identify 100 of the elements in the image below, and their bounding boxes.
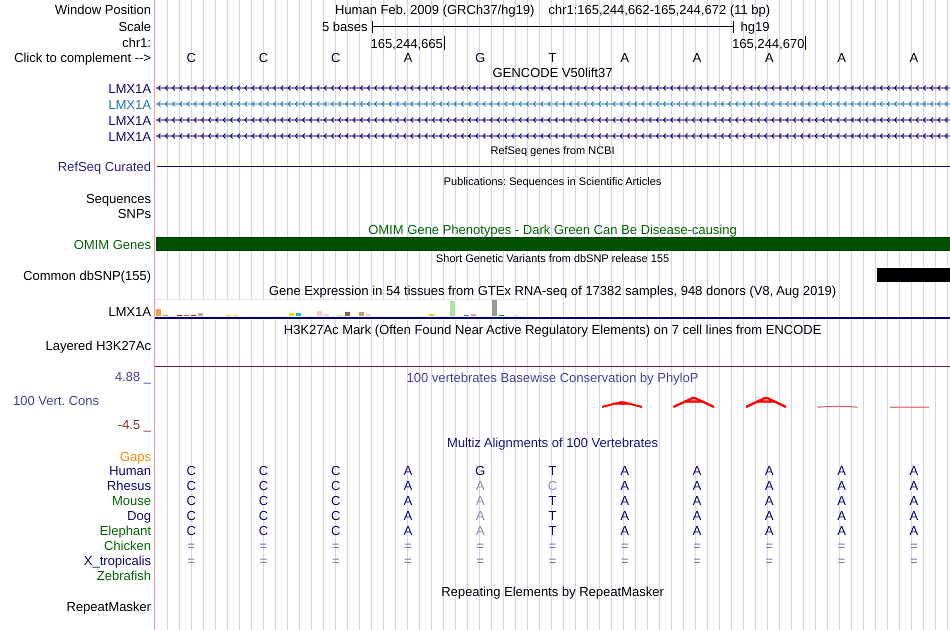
species-label: Elephant bbox=[100, 524, 151, 537]
alignment-base: A bbox=[764, 464, 774, 477]
base-letter: G bbox=[475, 50, 486, 64]
alignment-base: A bbox=[692, 524, 702, 537]
alignment-base: C bbox=[330, 479, 340, 492]
species-label: Human bbox=[109, 464, 151, 477]
expression-bar bbox=[345, 312, 350, 316]
alignment-base: A bbox=[476, 509, 485, 522]
alignment-base: C bbox=[330, 494, 340, 507]
track-title: OMIM Gene Phenotypes - Dark Green Can Be Disease-causing bbox=[368, 222, 737, 236]
base-letter: C bbox=[330, 50, 340, 64]
position-label: chr1:165,244,662-165,244,672 (11 bp) bbox=[548, 2, 770, 16]
expression-bar bbox=[317, 311, 322, 316]
alignment-base: = bbox=[260, 539, 268, 552]
track-label: Gaps bbox=[120, 450, 151, 463]
track-title: Repeating Elements by RepeatMasker bbox=[441, 585, 664, 598]
alignment-base: G bbox=[475, 464, 486, 477]
alignment-base: A bbox=[620, 524, 630, 537]
axis-min-label: -4.5 _ bbox=[118, 418, 151, 430]
species-label: X_tropicalis bbox=[84, 554, 151, 567]
axis-max-label: 4.88 _ bbox=[114, 370, 151, 382]
gene-label: LMX1A bbox=[108, 98, 151, 110]
alignment-base: A bbox=[476, 479, 485, 492]
track-label: Window Position bbox=[54, 2, 151, 16]
alignment-base: C bbox=[186, 494, 196, 507]
species-label: Mouse bbox=[112, 494, 151, 507]
alignment-base: A bbox=[404, 494, 412, 507]
alignment-base: = bbox=[476, 554, 484, 567]
species-label: Rhesus bbox=[106, 479, 151, 492]
alignment-base: C bbox=[548, 479, 558, 492]
alignment-base: = bbox=[404, 539, 412, 552]
alignment-base: A bbox=[476, 494, 485, 507]
conservation-peak bbox=[601, 401, 643, 408]
expression-bar bbox=[359, 312, 364, 316]
expression-bar bbox=[289, 313, 294, 316]
alignment-base: A bbox=[620, 464, 630, 477]
alignment-base: = bbox=[693, 554, 701, 567]
alignment-base: T bbox=[548, 464, 556, 477]
coordinate-label: 165,244,670 bbox=[732, 36, 806, 50]
alignment-base: = bbox=[765, 554, 774, 567]
alignment-base: A bbox=[909, 509, 918, 522]
track-title: Multiz Alignments of 100 Vertebrates bbox=[446, 436, 658, 448]
alignment-base: = bbox=[765, 539, 774, 552]
expression-bar bbox=[156, 309, 161, 316]
expression-bar bbox=[296, 313, 301, 316]
alignment-base: A bbox=[837, 479, 846, 492]
conservation-peak bbox=[744, 397, 788, 408]
track-label: chr1: bbox=[122, 36, 151, 49]
alignment-base: A bbox=[620, 494, 630, 507]
track-label: Layered H3K27Ac bbox=[45, 338, 151, 352]
alignment-base: = bbox=[548, 539, 556, 552]
alignment-base: A bbox=[404, 479, 412, 492]
alignment-base: C bbox=[186, 464, 196, 477]
alignment-base: C bbox=[258, 524, 268, 537]
alignment-base: C bbox=[186, 509, 196, 522]
track-label: Scale bbox=[118, 20, 151, 33]
track-title: RefSeq genes from NCBI bbox=[490, 146, 615, 157]
alignment-base: A bbox=[764, 494, 774, 507]
base-letter: A bbox=[764, 50, 774, 64]
track-label: Sequences bbox=[86, 192, 151, 204]
alignment-base: = bbox=[332, 539, 340, 552]
alignment-base: C bbox=[330, 509, 340, 522]
alignment-base: = bbox=[260, 554, 268, 567]
alignment-base: = bbox=[548, 554, 556, 567]
alignment-base: A bbox=[404, 509, 412, 522]
alignment-base: C bbox=[258, 509, 268, 522]
track-title: Publications: Sequences in Scientific Articles bbox=[444, 176, 662, 188]
base-letter: A bbox=[692, 50, 702, 64]
alignment-base: C bbox=[330, 524, 340, 537]
species-label: Zebrafish bbox=[96, 569, 151, 582]
alignment-base: A bbox=[909, 479, 918, 492]
alignment-base: T bbox=[548, 524, 556, 537]
alignment-base: T bbox=[548, 494, 556, 507]
alignment-base: A bbox=[909, 464, 918, 477]
alignment-base: A bbox=[620, 509, 630, 522]
alignment-base: = bbox=[693, 539, 701, 552]
gene-label: LMX1A bbox=[108, 114, 151, 126]
expression-bar bbox=[492, 300, 497, 316]
alignment-base: A bbox=[620, 479, 630, 492]
species-label: Dog bbox=[127, 509, 151, 522]
alignment-base: A bbox=[837, 494, 846, 507]
alignment-base: A bbox=[404, 464, 412, 477]
species-label: Chicken bbox=[104, 539, 151, 552]
alignment-base: = bbox=[620, 554, 629, 567]
track-label: OMIM Genes bbox=[74, 238, 151, 250]
alignment-base: A bbox=[692, 494, 702, 507]
alignment-base: = bbox=[910, 539, 918, 552]
alignment-base: A bbox=[837, 509, 846, 522]
alignment-base: = bbox=[838, 554, 846, 567]
alignment-base: = bbox=[620, 539, 629, 552]
track-label: RepeatMasker bbox=[66, 600, 151, 613]
coordinate-label: 165,244,665 bbox=[370, 36, 445, 50]
alignment-base: = bbox=[332, 554, 340, 567]
gene-label: LMX1A bbox=[108, 304, 151, 318]
alignment-base: A bbox=[837, 464, 846, 477]
base-letter: A bbox=[620, 50, 630, 64]
alignment-base: C bbox=[258, 464, 268, 477]
base-letter: C bbox=[186, 50, 196, 64]
assembly-label: Human Feb. 2009 (GRCh37/hg19) bbox=[334, 2, 534, 16]
complement-link[interactable]: Click to complement --> bbox=[14, 50, 151, 64]
